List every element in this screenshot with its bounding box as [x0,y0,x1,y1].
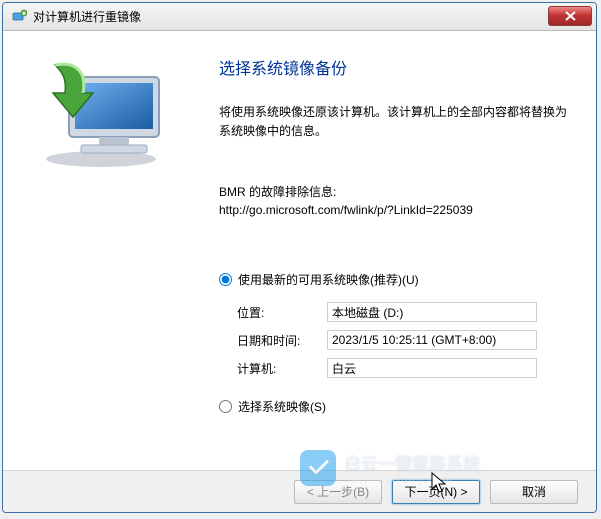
window-title: 对计算机进行重镜像 [33,8,141,25]
bmr-label: BMR 的故障排除信息: [219,183,568,201]
restore-illustration-icon [31,59,171,169]
close-button[interactable] [548,6,592,26]
bmr-info: BMR 的故障排除信息: http://go.microsoft.com/fwl… [219,183,568,219]
location-label: 位置: [237,304,327,321]
location-value: 本地磁盘 (D:) [327,302,537,322]
illustration-panel [3,45,203,469]
main-panel: 选择系统镜像备份 将使用系统映像还原该计算机。该计算机上的全部内容都将替换为系统… [203,45,596,469]
computer-value: 白云 [327,358,537,378]
use-latest-label: 使用最新的可用系统映像(推荐)(U) [238,271,419,288]
computer-label: 计算机: [237,360,327,377]
option-select-image[interactable]: 选择系统映像(S) [219,398,568,415]
titlebar: 对计算机进行重镜像 [3,3,596,31]
next-button[interactable]: 下一页(N) > [392,480,480,504]
field-computer: 计算机: 白云 [237,358,568,378]
dialog-window: 对计算机进行重镜像 [2,2,597,513]
datetime-value: 2023/1/5 10:25:11 (GMT+8:00) [327,330,537,350]
bmr-link[interactable]: http://go.microsoft.com/fwlink/p/?LinkId… [219,203,473,217]
close-icon [565,11,576,21]
page-heading: 选择系统镜像备份 [219,55,568,79]
datetime-label: 日期和时间: [237,332,327,349]
app-icon [11,9,27,25]
button-bar: < 上一步(B) 下一页(N) > 取消 [3,470,596,512]
field-datetime: 日期和时间: 2023/1/5 10:25:11 (GMT+8:00) [237,330,568,350]
cancel-button[interactable]: 取消 [490,480,578,504]
use-latest-radio[interactable] [219,273,232,286]
select-image-radio[interactable] [219,400,232,413]
back-button[interactable]: < 上一步(B) [294,480,382,504]
option-use-latest[interactable]: 使用最新的可用系统映像(推荐)(U) [219,271,568,288]
field-location: 位置: 本地磁盘 (D:) [237,302,568,322]
content-area: 选择系统镜像备份 将使用系统映像还原该计算机。该计算机上的全部内容都将替换为系统… [3,31,596,469]
select-image-label: 选择系统映像(S) [238,398,326,415]
image-details: 位置: 本地磁盘 (D:) 日期和时间: 2023/1/5 10:25:11 (… [237,302,568,378]
description-text: 将使用系统映像还原该计算机。该计算机上的全部内容都将替换为系统映像中的信息。 [219,103,568,141]
